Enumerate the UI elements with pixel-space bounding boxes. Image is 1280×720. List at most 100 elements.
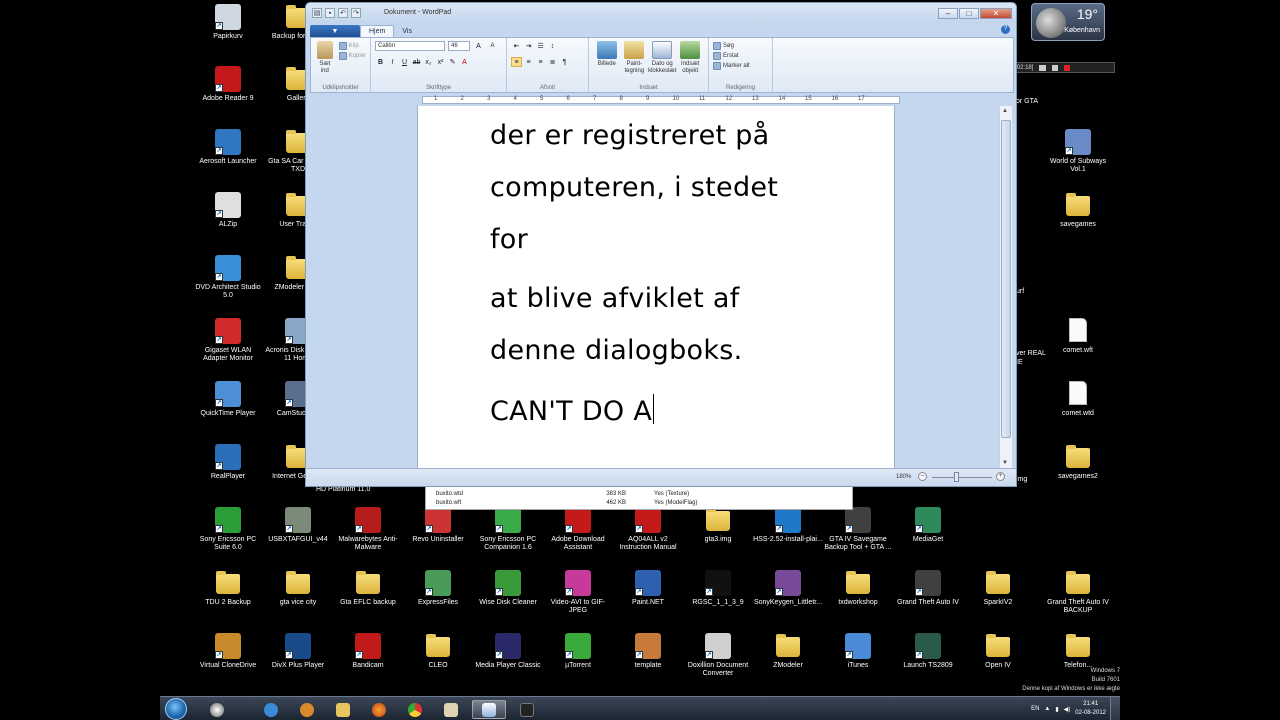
align-right-icon[interactable]: ≡ (535, 57, 546, 67)
file-menu-button[interactable]: ▼ (310, 25, 360, 37)
start-button[interactable] (165, 698, 187, 720)
strikethrough-icon[interactable]: ab (411, 57, 422, 67)
increase-indent-icon[interactable]: ⇥ (523, 41, 534, 51)
justify-icon[interactable]: ≣ (547, 57, 558, 67)
minimize-button[interactable]: – (938, 8, 958, 19)
explorer-window-partial[interactable]: buxito.wtd 383 KB Yes (Texture) buxito.w… (425, 486, 853, 510)
align-center-icon[interactable]: ≡ (523, 57, 534, 67)
desktop-icon[interactable]: ↗ ALZip (196, 192, 260, 229)
clock[interactable]: 21:41 02-08-2012 (1075, 700, 1106, 718)
desktop-icon[interactable]: ↗ Grand Theft Auto IV (896, 570, 960, 607)
select-all-button[interactable]: Marker alt (713, 61, 768, 71)
highlight-icon[interactable]: ✎ (447, 57, 458, 67)
weather-gadget[interactable]: 19° København (1031, 3, 1105, 41)
desktop-icon[interactable]: ↗ USBXTAFGUI_v44 (266, 507, 330, 544)
desktop-icon[interactable]: ↗ Bandicam (336, 633, 400, 670)
desktop-icon[interactable]: ↗ QuickTime Player (196, 381, 260, 418)
taskbar-app[interactable] (398, 700, 432, 719)
language-indicator[interactable]: EN (1031, 706, 1039, 712)
desktop-icon[interactable]: ↗ RealPlayer (196, 444, 260, 481)
desktop-icon[interactable]: ↗ HSS-2.52-install-plai... (753, 507, 823, 544)
desktop-icon[interactable]: savegames2 (1046, 444, 1110, 481)
desktop-icon[interactable]: ↗ Video-AVI to GIF-JPEG (546, 570, 610, 615)
desktop-icon[interactable]: ZModeler (756, 633, 820, 670)
scroll-thumb[interactable] (1001, 120, 1011, 438)
camera-icon[interactable] (1039, 64, 1047, 71)
pause-icon[interactable] (1052, 64, 1059, 71)
desktop-icon[interactable]: CLEO (406, 633, 470, 670)
taskbar-app[interactable] (510, 700, 544, 719)
desktop-icon[interactable]: ↗ Revo Uninstaller (406, 507, 470, 544)
line-spacing-icon[interactable]: ↕ (547, 41, 558, 51)
desktop-icon[interactable]: comet.wft (1046, 318, 1110, 355)
help-icon[interactable]: ? (1001, 25, 1010, 34)
stop-icon[interactable] (1064, 64, 1071, 71)
tab-home[interactable]: Hjem (360, 25, 395, 37)
desktop-icon[interactable]: ↗ Virtual CloneDrive (196, 633, 260, 670)
insert-object-button[interactable]: Indsæt objekt (676, 41, 704, 75)
desktop-icon[interactable]: Grand Theft Auto IV BACKUP (1046, 570, 1110, 615)
desktop-icon[interactable]: Open IV (966, 633, 1030, 670)
taskbar-app[interactable] (326, 700, 360, 719)
paragraph-settings-icon[interactable]: ¶ (559, 57, 570, 67)
bold-icon[interactable]: B (375, 57, 386, 67)
desktop-icon[interactable]: ↗ World of Subways Vol.1 (1046, 129, 1110, 174)
desktop-icon[interactable]: ↗ Aerosoft Launcher (196, 129, 260, 166)
date-time-button[interactable]: Dato og klokkeslæt (648, 41, 676, 75)
desktop-icon[interactable]: ↗ SonyKeygen_Littletr... (754, 570, 822, 607)
desktop-icon[interactable]: Gta EFLC backup (336, 570, 400, 607)
desktop-icon[interactable]: ↗ RGSC_1_1_3_9 (686, 570, 750, 607)
underline-icon[interactable]: U (399, 57, 410, 67)
paint-drawing-button[interactable]: Paint-tegning (621, 41, 649, 75)
font-name-select[interactable]: Calibri (375, 41, 445, 51)
desktop-icon[interactable]: txdworkshop (826, 570, 890, 607)
desktop-icon[interactable]: savegames (1046, 192, 1110, 229)
taskbar-app[interactable] (362, 700, 396, 719)
maximize-button[interactable]: □ (959, 8, 979, 19)
copy-button[interactable]: Kopier (338, 51, 366, 61)
desktop-icon[interactable]: gta3.img (686, 507, 750, 544)
zoom-out-icon[interactable]: – (918, 472, 927, 481)
desktop-icon[interactable]: gta vice city (266, 570, 330, 607)
document-page[interactable]: der er registreret på computeren, i sted… (417, 106, 895, 468)
wordpad-window[interactable]: ▤ ▪ ↶ ↷ Dokument - WordPad – □ ✕ ▼ Hjem … (305, 2, 1017, 487)
desktop-icon[interactable]: ↗ template (616, 633, 680, 670)
vertical-scrollbar[interactable]: ▲ ▼ (999, 106, 1012, 468)
taskbar-app[interactable] (290, 700, 324, 719)
find-button[interactable]: Søg (713, 41, 768, 51)
ruler[interactable]: 1 2 3 4 5 6 7 8 9 10 11 12 13 14 15 16 17 (310, 94, 1008, 106)
desktop-icon[interactable]: ↗ MediaGet (896, 507, 960, 544)
desktop-icon[interactable]: ↗ Wise Disk Cleaner (476, 570, 540, 607)
document-area[interactable]: der er registreret på computeren, i sted… (310, 106, 1004, 468)
show-desktop-button[interactable] (1110, 697, 1120, 720)
save-icon[interactable]: ▪ (325, 8, 335, 18)
desktop-icon[interactable]: TDU 2 Backup (196, 570, 260, 607)
scroll-up-icon[interactable]: ▲ (1002, 108, 1008, 114)
align-left-icon[interactable]: ≡ (511, 57, 522, 67)
taskbar-app-wordpad[interactable] (472, 700, 506, 719)
italic-icon[interactable]: I (387, 57, 398, 67)
close-button[interactable]: ✕ (980, 8, 1012, 19)
taskbar-app[interactable] (200, 700, 234, 719)
desktop-icon[interactable]: ↗ Launch TS2809 (896, 633, 960, 670)
desktop-icon[interactable]: ↗ Malwarebytes Anti-Malware (336, 507, 400, 552)
desktop-icon[interactable]: ↗ Doxillion Document Converter (686, 633, 750, 678)
desktop-icon[interactable]: ↗ ExpressFiles (406, 570, 470, 607)
desktop-icon[interactable]: ↗ Paint.NET (616, 570, 680, 607)
desktop-icon[interactable]: ↗ Adobe Download Assistant (546, 507, 610, 552)
font-color-icon[interactable]: A (459, 57, 470, 67)
taskbar-app[interactable] (434, 700, 468, 719)
undo-icon[interactable]: ↶ (338, 8, 348, 18)
desktop-icon[interactable]: ↗ Adobe Reader 9 (196, 66, 260, 103)
volume-icon[interactable]: ◀) (1064, 706, 1071, 713)
decrease-indent-icon[interactable]: ⇤ (511, 41, 522, 51)
grow-font-icon[interactable]: A (473, 41, 484, 51)
desktop-icon[interactable]: ↗ GTA IV Savegame Backup Tool + GTA ... (824, 507, 892, 552)
desktop-icon[interactable]: ↗ DivX Plus Player (266, 633, 330, 670)
superscript-icon[interactable]: x² (435, 57, 446, 67)
desktop-icon[interactable]: ↗ Sony Ericsson PC Suite 6.0 (196, 507, 260, 552)
desktop-icon[interactable]: ↗ AQ04ALL v2 Instruction Manual (616, 507, 680, 552)
desktop-icon[interactable]: ↗ Sony Ericsson PC Companion 1.6 (476, 507, 540, 552)
desktop-icon[interactable]: ↗ DVD Architect Studio 5.0 (195, 255, 261, 300)
redo-icon[interactable]: ↷ (351, 8, 361, 18)
